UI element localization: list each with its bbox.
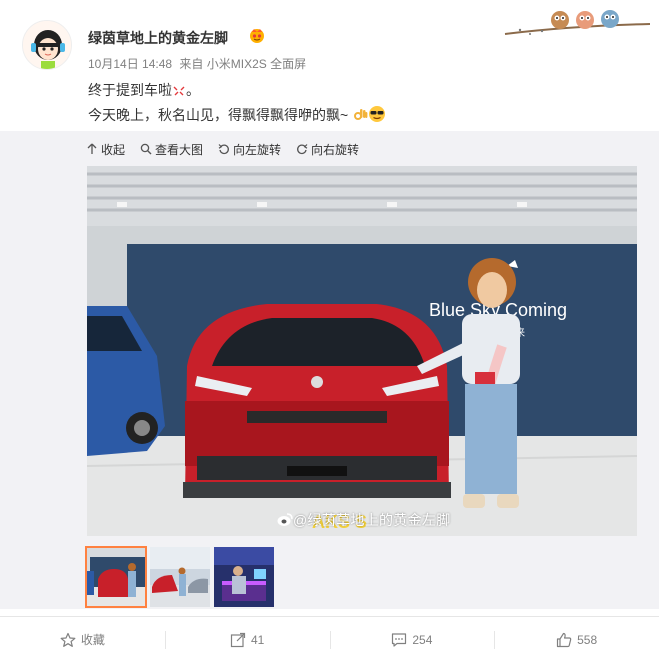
- thumbnail-1[interactable]: [85, 546, 147, 608]
- rotate-right-button[interactable]: 向右旋转: [296, 141, 359, 158]
- post-text-2: 今天晚上，秋名山见，得飘得飘得咿的飘~: [88, 107, 349, 123]
- media-expanded-panel: 收起 查看大图 向左旋转 向右旋转 Blue Sky Coming AKS S …: [0, 131, 659, 609]
- main-photo[interactable]: Blue Sky Coming 蔚来 AKS S: [87, 166, 637, 536]
- rotate-left-icon: [218, 144, 229, 155]
- post-text-1: 终于提到车啦: [88, 82, 172, 98]
- username-link[interactable]: 绿茵草地上的黄金左脚: [88, 28, 228, 48]
- thumbnail-3[interactable]: [214, 547, 274, 607]
- magnifier-icon: [140, 143, 152, 155]
- thumbnail-strip: [85, 546, 278, 608]
- media-toolbar: 收起 查看大图 向左旋转 向右旋转: [86, 140, 374, 158]
- avatar-icon: [23, 21, 71, 69]
- post-actions-bar: 收藏 41 254 558: [0, 616, 659, 662]
- haha-sparkle-icon: [172, 84, 186, 101]
- rotate-left-label: 向左旋转: [233, 142, 282, 157]
- comment-count: 254: [412, 632, 433, 647]
- user-avatar[interactable]: [22, 20, 72, 70]
- post-text-line-2: 今天晚上，秋名山见，得飘得飘得咿的飘~: [88, 105, 386, 126]
- favorite-button[interactable]: 收藏: [0, 617, 165, 662]
- post-text-line-1: 终于提到车啦。: [88, 80, 200, 101]
- owls-decoration-icon: [504, 10, 650, 35]
- favorite-label: 收藏: [80, 633, 105, 647]
- thumbnail-2[interactable]: [150, 547, 210, 607]
- collapse-button[interactable]: 收起: [86, 141, 125, 158]
- watermark-text: @绿茵草地上的黄金左脚: [293, 512, 451, 528]
- photo-watermark: @绿茵草地上的黄金左脚: [277, 510, 451, 530]
- post-meta: 10月14日 14:48 来自 小米MIX2S 全面屏: [88, 55, 306, 72]
- post-text-1-end: 。: [186, 82, 200, 98]
- car-delivery-photo: Blue Sky Coming 蔚来 AKS S: [87, 166, 637, 536]
- weibo-logo-icon: [277, 513, 293, 526]
- thumbs-up-icon: [557, 632, 572, 647]
- rotate-right-label: 向右旋转: [311, 142, 360, 157]
- cool-face-icon: [368, 105, 386, 126]
- repost-button[interactable]: 41: [164, 617, 330, 662]
- view-large-button[interactable]: 查看大图: [140, 141, 203, 158]
- collapse-label: 收起: [101, 142, 126, 157]
- view-large-label: 查看大图: [155, 142, 204, 157]
- like-count: 558: [577, 632, 598, 647]
- source-prefix: 来自: [179, 57, 204, 71]
- arrow-up-icon: [87, 143, 97, 154]
- rotate-left-button[interactable]: 向左旋转: [218, 141, 281, 158]
- rotate-right-icon: [297, 144, 308, 155]
- repost-icon: [230, 632, 246, 647]
- source-link[interactable]: 小米MIX2S 全面屏: [207, 57, 306, 71]
- post-header: 绿茵草地上的黄金左脚 10月14日 14:48 来自 小米MIX2S 全面屏 终…: [0, 0, 659, 130]
- star-icon: [60, 632, 76, 647]
- ok-hand-icon: [352, 107, 368, 126]
- comment-icon: [392, 632, 407, 647]
- vip-badge-icon[interactable]: [248, 26, 266, 44]
- like-button[interactable]: 558: [494, 617, 659, 662]
- post-time-link[interactable]: 10月14日 14:48: [88, 57, 172, 71]
- comment-button[interactable]: 254: [329, 617, 495, 662]
- repost-count: 41: [250, 632, 265, 647]
